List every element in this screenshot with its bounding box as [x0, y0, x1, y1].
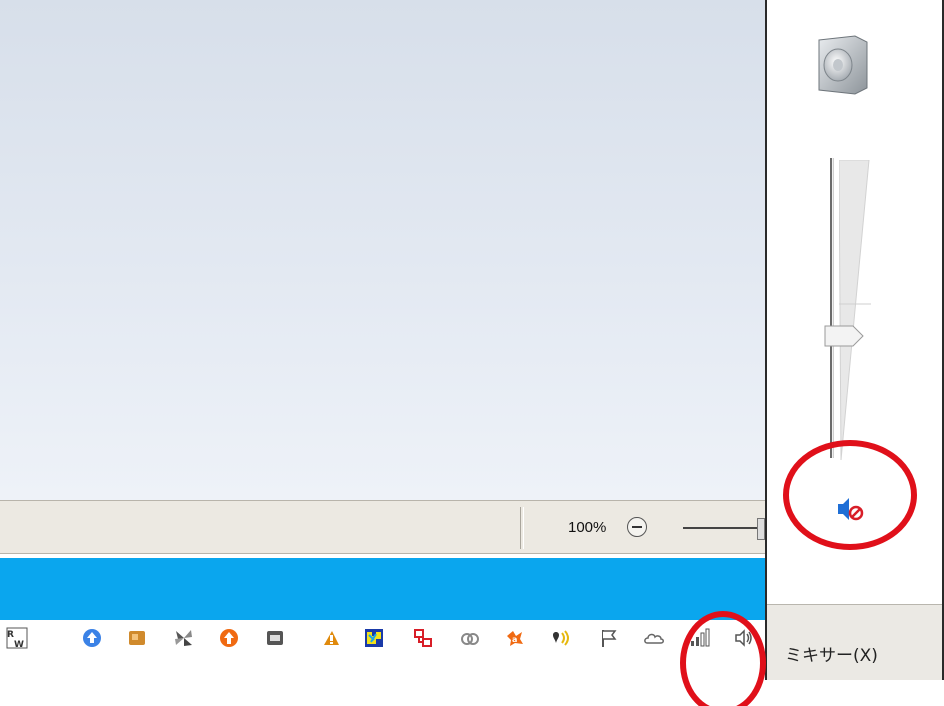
cube-icon[interactable] — [126, 627, 148, 649]
volume-icon[interactable] — [733, 627, 755, 649]
zoom-slider-thumb[interactable] — [757, 518, 765, 540]
zoom-slider-track[interactable] — [683, 527, 768, 529]
rw-icon[interactable]: RW — [6, 627, 28, 649]
printer-icon[interactable] — [264, 627, 286, 649]
bluetooth-speaker-icon[interactable] — [549, 627, 571, 649]
volume-slider-thumb[interactable] — [821, 322, 867, 350]
puzzle-icon[interactable] — [363, 627, 385, 649]
signal-bars-icon[interactable] — [688, 627, 710, 649]
arrow-up-circle-icon[interactable] — [218, 627, 240, 649]
onedrive-icon[interactable] — [643, 627, 665, 649]
volume-flyout: ミキサー(X) — [765, 0, 944, 680]
mute-button[interactable] — [835, 496, 865, 522]
mixer-footer: ミキサー(X) — [767, 604, 942, 680]
zoom-level: 100% — [568, 519, 607, 536]
flag-icon[interactable] — [599, 627, 621, 649]
speaker-device-icon[interactable] — [815, 34, 871, 96]
svg-text:R: R — [7, 630, 14, 640]
creative-cloud-icon[interactable] — [459, 627, 481, 649]
avast-icon[interactable]: a — [504, 627, 526, 649]
svg-text:a: a — [512, 635, 517, 644]
volume-slider-track[interactable] — [830, 158, 834, 458]
pinwheel-icon[interactable] — [173, 627, 195, 649]
cloud-upload-icon[interactable] — [81, 627, 103, 649]
status-divider — [520, 507, 524, 549]
zoom-out-button[interactable] — [627, 517, 647, 537]
volume-level-wedge — [839, 160, 871, 460]
network-icon[interactable] — [412, 627, 434, 649]
warning-box-icon[interactable] — [320, 627, 342, 649]
mixer-link[interactable]: ミキサー(X) — [785, 641, 878, 666]
